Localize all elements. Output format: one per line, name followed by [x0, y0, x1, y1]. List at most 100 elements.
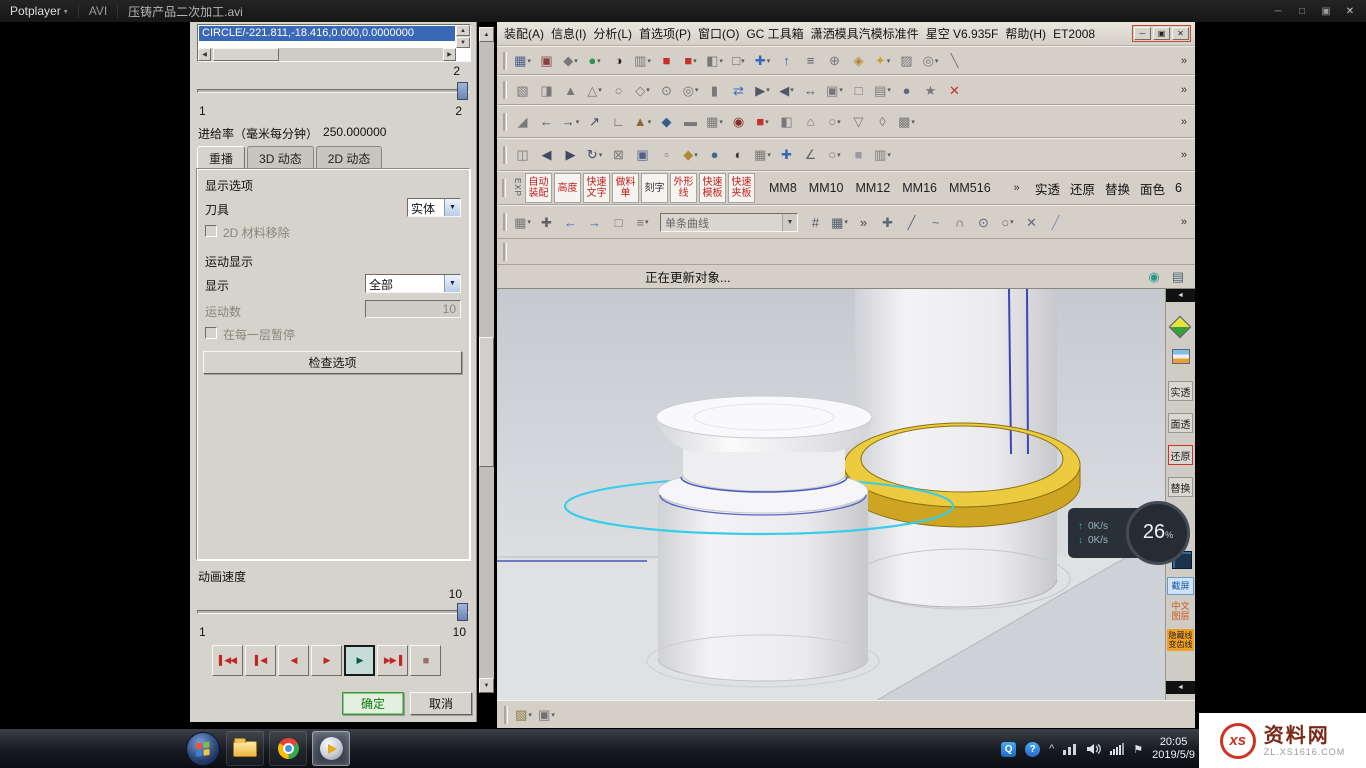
sidebar-collapse-icon[interactable]: ◄ — [1166, 681, 1195, 694]
toolbar-icon[interactable]: ○▾ — [823, 111, 846, 132]
toolbar-icon[interactable]: ■ — [655, 50, 678, 71]
toolbar-icon[interactable]: ≡▾ — [631, 212, 654, 233]
toolbar-icon[interactable]: ▣ — [535, 50, 558, 71]
toolbar-icon[interactable]: ●▾ — [583, 50, 606, 71]
chevron-down-icon[interactable]: ▼ — [444, 199, 460, 216]
toolbar-icon[interactable]: ● — [703, 144, 726, 165]
pause-each-layer-checkbox[interactable] — [205, 327, 217, 339]
menu-item[interactable]: 窗口(O) — [695, 23, 742, 44]
outer-scrollbar[interactable]: ▲ ▼ — [479, 27, 494, 693]
toolbar-icon[interactable]: ▩▾ — [895, 111, 918, 132]
toolbar-grip[interactable] — [503, 243, 507, 261]
clipboard-icon[interactable]: ▤ — [1169, 268, 1187, 286]
app-menu-button[interactable]: Potplayer▾ — [10, 4, 68, 18]
toolbar-icon[interactable]: ▬ — [679, 111, 702, 132]
custom-tool-button[interactable]: 刻字 — [641, 173, 668, 203]
scrollbar-thumb[interactable] — [479, 337, 494, 467]
toolbar-overflow-icon[interactable]: » — [1178, 116, 1190, 128]
show-dropdown[interactable]: 全部 ▼ — [365, 274, 461, 293]
toolbar-icon[interactable]: ▣▾ — [823, 80, 846, 101]
toolbar-icon[interactable]: ◇▾ — [631, 80, 654, 101]
network-icon[interactable] — [1110, 743, 1124, 755]
toolbar-icon[interactable]: ■▾ — [751, 111, 774, 132]
toolbar-grip[interactable] — [503, 81, 507, 99]
toolbar-icon[interactable]: ◈ — [847, 50, 870, 71]
toolbar-icon[interactable]: ○▾ — [996, 212, 1019, 233]
size-label[interactable]: MM10 — [809, 181, 844, 195]
toolbar-icon[interactable]: ▨ — [895, 50, 918, 71]
scroll-right-icon[interactable]: ▶ — [443, 48, 456, 61]
scroll-down-icon[interactable]: ▼ — [479, 678, 494, 693]
slider-handle[interactable] — [457, 82, 468, 100]
position-slider[interactable] — [197, 82, 469, 100]
sidebar-solid-translucent-button[interactable]: 实透 — [1168, 381, 1193, 401]
ok-button[interactable]: 确定 — [342, 692, 404, 715]
menu-item[interactable]: 装配(A) — [501, 23, 547, 44]
toolbar-icon[interactable]: ▦▾ — [511, 50, 534, 71]
toolbar-icon[interactable]: ◫ — [511, 144, 534, 165]
toolbar-icon[interactable]: ● — [895, 80, 918, 101]
toolbar-icon[interactable]: ⊠ — [607, 144, 630, 165]
play-current-button[interactable]: ▶ — [344, 645, 375, 676]
go-to-start-button[interactable]: ▌◀◀ — [212, 645, 243, 676]
curve-rule-dropdown[interactable]: 单条曲线 ▼ — [660, 213, 798, 232]
toolbar-icon[interactable]: ✚ — [535, 212, 558, 233]
toolbar-icon[interactable]: ∩ — [948, 212, 971, 233]
fullscreen-icon[interactable]: ▣ — [1316, 3, 1336, 19]
toolbar-icon[interactable]: ◧ — [775, 111, 798, 132]
toolbar-icon[interactable]: ↑ — [775, 50, 798, 71]
toolbar-grip[interactable] — [503, 146, 507, 164]
scroll-left-icon[interactable]: ◀ — [198, 48, 211, 61]
check-options-button[interactable]: 检查选项 — [203, 351, 462, 374]
toolbar-grip[interactable] — [503, 52, 507, 70]
toolbar-icon[interactable]: ▽ — [847, 111, 870, 132]
toolbar-icon[interactable]: ◎▾ — [919, 50, 942, 71]
toolbar-icon[interactable]: →▾ — [559, 111, 582, 132]
custom-tool-button[interactable]: 做料单 — [612, 173, 639, 203]
potplayer-taskbar-button[interactable] — [312, 731, 350, 766]
minimize-icon[interactable]: ─ — [1134, 27, 1151, 40]
qq-tray-icon[interactable]: Q — [1001, 742, 1016, 757]
toolbar-icon[interactable]: ╱ — [1044, 212, 1067, 233]
cancel-button[interactable]: 取消 — [410, 692, 472, 715]
toolbar-icon[interactable]: ▧ — [511, 80, 534, 101]
chrome-taskbar-button[interactable] — [269, 731, 307, 766]
minimize-icon[interactable]: ─ — [1268, 3, 1288, 19]
restore-icon[interactable]: ▣ — [1153, 27, 1170, 40]
toolbar-grip[interactable] — [503, 113, 507, 131]
toolbar-icon[interactable]: ◊ — [871, 111, 894, 132]
menu-item[interactable]: 首选项(P) — [636, 23, 694, 44]
navigator-diamond-icon[interactable] — [1169, 316, 1192, 339]
hscroll-thumb[interactable] — [213, 48, 279, 61]
restore-icon[interactable]: □ — [1292, 3, 1312, 19]
menu-item[interactable]: 分析(L) — [590, 23, 635, 44]
display-mode-label[interactable]: 面色 — [1140, 179, 1165, 198]
display-mode-label[interactable]: 还原 — [1070, 179, 1095, 198]
tab-3d-dynamic[interactable]: 3D 动态 — [247, 146, 314, 170]
hidden-line-button[interactable]: 隐藏线变齿线 — [1167, 629, 1194, 651]
toolbar-icon[interactable]: ▲ — [559, 80, 582, 101]
toolbar-icon[interactable]: ⇄ — [727, 80, 750, 101]
menu-item[interactable]: 信息(I) — [548, 23, 589, 44]
toolbar-icon[interactable]: ✚ — [876, 212, 899, 233]
slider-track[interactable] — [197, 610, 469, 614]
help-tray-icon[interactable]: ? — [1025, 742, 1040, 757]
toolbar-icon[interactable]: » — [852, 212, 875, 233]
toolbar-grip[interactable] — [503, 213, 507, 231]
toolbar-overflow-icon[interactable]: » — [1178, 149, 1190, 161]
toolbar-icon[interactable]: ◑ — [607, 50, 630, 71]
toolbar-icon[interactable]: ∠ — [799, 144, 822, 165]
toolbar-icon[interactable]: ■ — [847, 144, 870, 165]
slider-track[interactable] — [197, 89, 469, 93]
screenshot-button[interactable]: 截屏 — [1167, 577, 1194, 595]
toolbar-icon[interactable]: ✦▾ — [871, 50, 894, 71]
custom-tool-button[interactable]: 快速夹板 — [728, 173, 755, 203]
action-center-flag-icon[interactable]: ⚑ — [1133, 743, 1143, 756]
step-back-button[interactable]: ▌◀ — [245, 645, 276, 676]
toolbar-icon[interactable]: ■▾ — [679, 50, 702, 71]
toolbar-icon[interactable]: ╲ — [943, 50, 966, 71]
toolbar-icon[interactable]: ◀ — [535, 144, 558, 165]
toolbar-icon[interactable]: □ — [847, 80, 870, 101]
toolbar-icon[interactable]: ↗ — [583, 111, 606, 132]
toolbar-icon[interactable]: ⊙ — [655, 80, 678, 101]
